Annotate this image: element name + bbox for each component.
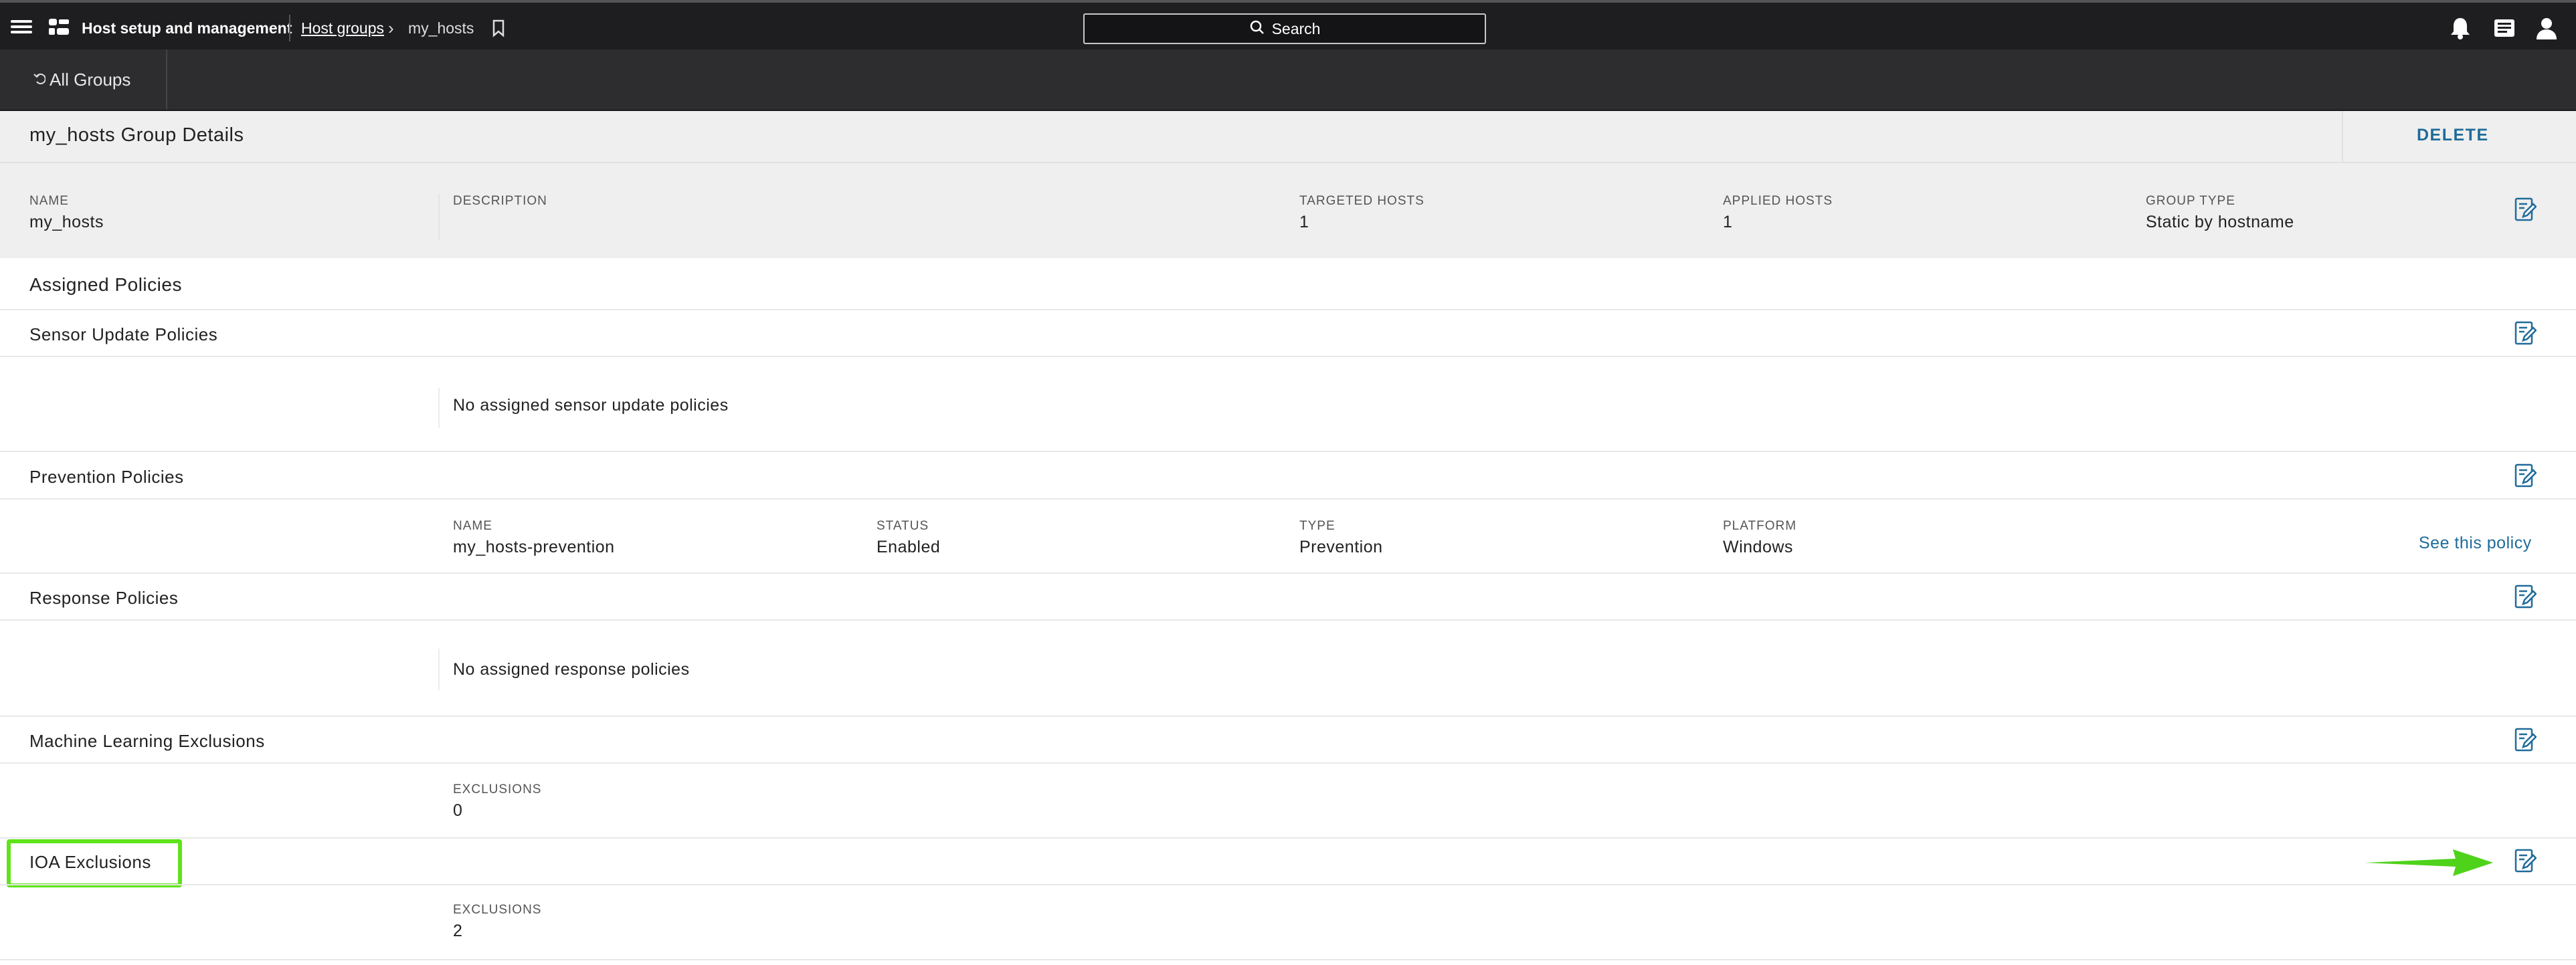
prevention-status-value: Enabled: [877, 538, 941, 556]
search-input[interactable]: Search: [1083, 13, 1486, 44]
page-title: my_hosts Group Details: [29, 124, 244, 146]
field-name: NAME my_hosts: [29, 194, 104, 232]
edit-prevention-policies-icon[interactable]: [2514, 463, 2537, 488]
prevention-policy-platform: PLATFORM Windows: [1723, 519, 1797, 557]
ml-exclusions-count: EXCLUSIONS 0: [453, 782, 541, 821]
response-empty-message: No assigned response policies: [453, 660, 690, 679]
highlight-box: [7, 839, 182, 887]
prevention-type-value: Prevention: [1299, 538, 1383, 556]
column-divider: [438, 649, 440, 690]
divider: [0, 451, 2576, 452]
divider: [0, 572, 2576, 574]
edit-sensor-update-policies-icon[interactable]: [2514, 320, 2537, 346]
edit-ml-exclusions-icon[interactable]: [2514, 727, 2537, 752]
search-icon: [1249, 19, 1265, 39]
sensor-update-empty-message: No assigned sensor update policies: [453, 396, 729, 415]
field-targeted-hosts-value: 1: [1299, 213, 1309, 231]
user-icon[interactable]: [2535, 16, 2559, 40]
field-description: DESCRIPTION: [453, 194, 547, 213]
divider: [0, 309, 2576, 310]
divider: [0, 498, 2576, 500]
ml-exclusions-value: 0: [453, 801, 463, 820]
sub-navigation-bar: All Groups: [0, 49, 2576, 111]
breadcrumb-host-groups-link[interactable]: Host groups: [301, 16, 384, 40]
divider: [0, 716, 2576, 717]
field-name-value: my_hosts: [29, 213, 104, 231]
topbar-divider: [289, 15, 290, 41]
search-label: Search: [1271, 19, 1321, 37]
feed-icon[interactable]: [2492, 17, 2517, 39]
column-divider: [438, 388, 440, 428]
field-description-label: DESCRIPTION: [453, 194, 547, 208]
all-groups-label: All Groups: [50, 69, 131, 90]
response-policies-heading: Response Policies: [29, 588, 179, 608]
divider: [0, 884, 2576, 885]
group-details-fields: NAME my_hosts DESCRIPTION TARGETED HOSTS…: [0, 163, 2576, 258]
ioa-exclusions-label: EXCLUSIONS: [453, 903, 542, 917]
field-group-type: GROUP TYPE Static by hostname: [2146, 194, 2294, 232]
field-applied-hosts-value: 1: [1723, 213, 1733, 231]
divider: [0, 837, 2576, 839]
edit-response-policies-icon[interactable]: [2514, 584, 2537, 609]
ioa-exclusions-value: 2: [453, 922, 463, 940]
group-details-header: my_hosts Group Details DELETE: [0, 111, 2576, 163]
delete-area: DELETE: [2342, 111, 2576, 163]
assigned-policies-heading: Assigned Policies: [29, 274, 182, 295]
prevention-name-value: my_hosts-prevention: [453, 538, 615, 556]
see-this-policy-link[interactable]: See this policy: [2419, 534, 2532, 553]
edit-group-icon[interactable]: [2514, 197, 2537, 222]
app-grid-icon: [48, 17, 70, 37]
ml-exclusions-heading: Machine Learning Exclusions: [29, 731, 265, 751]
prevention-policy-status: STATUS Enabled: [877, 519, 940, 557]
sensor-update-policies-heading: Sensor Update Policies: [29, 324, 218, 344]
bookmark-icon[interactable]: [491, 19, 506, 37]
divider: [0, 959, 2576, 960]
field-targeted-hosts: TARGETED HOSTS 1: [1299, 194, 1424, 232]
divider: [0, 619, 2576, 621]
prevention-name-label: NAME: [453, 519, 492, 533]
divider: [0, 762, 2576, 764]
arrow-annotation-icon: [2362, 844, 2496, 881]
field-applied-hosts-label: APPLIED HOSTS: [1723, 194, 1833, 208]
prevention-status-label: STATUS: [877, 519, 929, 533]
breadcrumb-separator: ›: [388, 17, 394, 38]
top-navigation-bar: Host setup and management Host groups › …: [0, 0, 2576, 49]
menu-icon[interactable]: [9, 15, 33, 39]
prevention-policy-type: TYPE Prevention: [1299, 519, 1383, 557]
field-applied-hosts: APPLIED HOSTS 1: [1723, 194, 1833, 232]
app-title: Host setup and management: [82, 19, 292, 37]
breadcrumb-current: my_hosts: [408, 19, 474, 37]
prevention-policy-name: NAME my_hosts-prevention: [453, 519, 615, 557]
delete-button[interactable]: DELETE: [2417, 126, 2489, 145]
prevention-type-label: TYPE: [1299, 519, 1336, 533]
divider: [0, 356, 2576, 357]
field-group-type-value: Static by hostname: [2146, 213, 2294, 231]
prevention-policies-heading: Prevention Policies: [29, 467, 184, 487]
back-arrow-icon: [33, 70, 46, 90]
field-group-type-label: GROUP TYPE: [2146, 194, 2235, 208]
all-groups-back-button[interactable]: All Groups: [0, 49, 167, 110]
ml-exclusions-label: EXCLUSIONS: [453, 782, 542, 796]
field-name-label: NAME: [29, 194, 69, 208]
ioa-exclusions-count: EXCLUSIONS 2: [453, 903, 541, 941]
prevention-platform-value: Windows: [1723, 538, 1793, 556]
column-divider: [438, 194, 440, 241]
edit-ioa-exclusions-icon[interactable]: [2514, 848, 2537, 873]
field-targeted-hosts-label: TARGETED HOSTS: [1299, 194, 1424, 208]
bell-icon[interactable]: [2449, 16, 2472, 40]
prevention-platform-label: PLATFORM: [1723, 519, 1797, 533]
